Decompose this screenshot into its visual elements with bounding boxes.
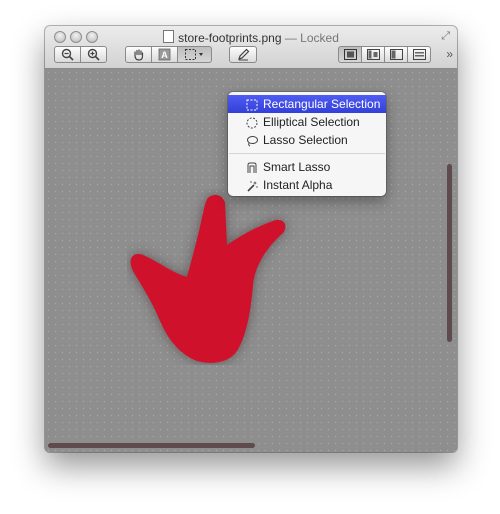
- vertical-scrollbar[interactable]: [447, 164, 452, 342]
- contact-sheet-icon: [412, 49, 426, 60]
- smart-lasso-icon: [246, 161, 258, 173]
- zoom-out-button[interactable]: [54, 46, 81, 63]
- menu-item-instant-alpha[interactable]: Instant Alpha: [228, 176, 386, 194]
- fullscreen-icon[interactable]: ⤢: [441, 30, 450, 43]
- zoom-out-icon: [61, 48, 74, 61]
- elliptical-selection-icon: [246, 116, 258, 129]
- annotate-button[interactable]: [229, 46, 257, 63]
- two-page-icon: [389, 49, 403, 60]
- menu-item-elliptical-selection[interactable]: Elliptical Selection: [228, 113, 386, 131]
- lasso-icon: [246, 134, 258, 147]
- document-proxy-icon[interactable]: [163, 30, 175, 43]
- magic-wand-icon: [246, 179, 258, 192]
- zoom-in-button[interactable]: [81, 46, 107, 63]
- view-two-page-button[interactable]: [385, 46, 408, 63]
- hand-tool-button[interactable]: [125, 46, 152, 63]
- single-page-icon: [343, 49, 357, 60]
- menu-item-label: Rectangular Selection: [263, 97, 381, 111]
- menu-item-label: Lasso Selection: [263, 133, 348, 147]
- menu-item-label: Elliptical Selection: [263, 115, 360, 129]
- rect-selection-icon: [184, 48, 206, 61]
- menu-item-rectangular-selection[interactable]: Rectangular Selection: [228, 95, 386, 113]
- pen-icon: [237, 48, 250, 61]
- window-title-text: store-footprints.png: [178, 31, 282, 45]
- view-sidebar-button[interactable]: [362, 46, 385, 63]
- menu-item-label: Instant Alpha: [263, 178, 333, 192]
- toolbar-overflow-chevron-icon[interactable]: »: [446, 47, 453, 61]
- selection-tool-button[interactable]: [178, 46, 212, 63]
- hand-icon: [132, 48, 145, 61]
- title-toolbar: store-footprints.png — Locked ⤢ A »: [45, 26, 457, 69]
- view-contact-sheet-button[interactable]: [408, 46, 431, 63]
- rect-selection-icon: [246, 98, 258, 111]
- menu-item-lasso-selection[interactable]: Lasso Selection: [228, 131, 386, 149]
- view-single-button[interactable]: [338, 46, 362, 63]
- svg-text:A: A: [161, 50, 168, 60]
- zoom-in-icon: [87, 48, 100, 61]
- selection-tool-menu: Rectangular Selection Elliptical Selecti…: [228, 92, 386, 196]
- preview-window: store-footprints.png — Locked ⤢ A » Rect…: [45, 26, 457, 452]
- window-title: store-footprints.png — Locked: [45, 30, 457, 45]
- text-tool-icon: A: [158, 48, 171, 61]
- horizontal-scrollbar[interactable]: [48, 443, 255, 448]
- text-tool-button[interactable]: A: [152, 46, 178, 63]
- locked-status: — Locked: [284, 31, 339, 45]
- menu-separator: [229, 153, 385, 154]
- sidebar-icon: [366, 49, 380, 60]
- menu-item-smart-lasso[interactable]: Smart Lasso: [228, 158, 386, 176]
- menu-item-label: Smart Lasso: [263, 160, 331, 174]
- footprint-image: [130, 195, 286, 363]
